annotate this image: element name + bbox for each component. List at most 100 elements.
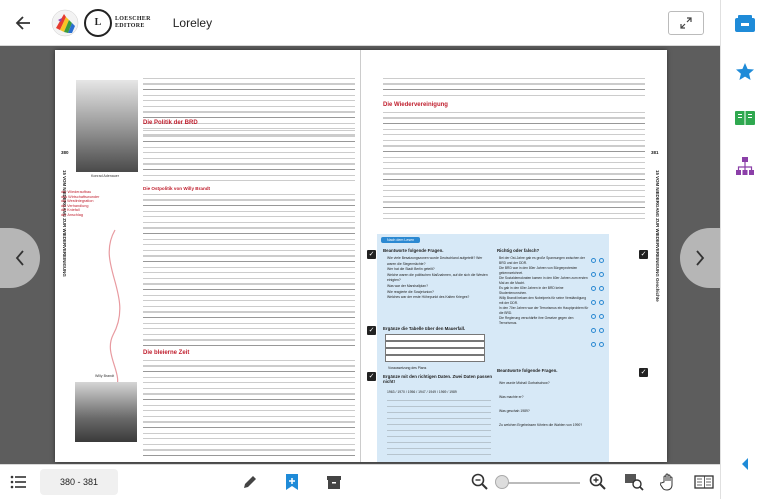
app-logo: L LOESCHER EDITORE bbox=[50, 8, 151, 38]
task4-statement: Die BRD war in den 80er Jahren von Bürge… bbox=[499, 266, 578, 275]
publisher-name-line1: LOESCHER bbox=[115, 15, 151, 22]
task5-questions: Wer wurde Michail Gorbatschow? Was macht… bbox=[499, 376, 603, 432]
publisher-seal-icon: L bbox=[84, 8, 112, 37]
exercise-box: Nach dem Lesen Beantworte folgende Frage… bbox=[377, 234, 609, 462]
task4-statement: Bei der Ost-Jahre gab es große Spannunge… bbox=[499, 256, 585, 265]
answer-option-icon[interactable] bbox=[599, 286, 604, 291]
heading-politik-brd: Die Politik der BRD bbox=[143, 120, 198, 126]
area-zoom-icon[interactable] bbox=[622, 470, 646, 494]
expand-icon bbox=[680, 17, 692, 29]
answer-option-icon[interactable] bbox=[591, 272, 596, 277]
task4-statement: Willy Brandt bekam den Nobelpreis für se… bbox=[499, 296, 587, 305]
back-arrow-icon[interactable] bbox=[0, 0, 46, 46]
top-bar: L LOESCHER EDITORE Loreley bbox=[0, 0, 720, 46]
answer-option-icon[interactable] bbox=[599, 300, 604, 305]
task4-title: Richtig oder falsch? bbox=[497, 248, 540, 253]
hand-pan-icon[interactable] bbox=[656, 470, 680, 494]
star-icon[interactable] bbox=[733, 60, 757, 84]
book-title: Loreley bbox=[172, 15, 213, 30]
wiedervereinigung-text bbox=[383, 112, 645, 222]
previous-page-button[interactable] bbox=[0, 228, 40, 288]
answer-option-icon[interactable] bbox=[599, 272, 604, 277]
pencil-icon[interactable] bbox=[238, 470, 262, 494]
task1-questions: Wie viele Besatzungszonen wurde Deutschl… bbox=[387, 256, 491, 301]
left-page-number: 380 bbox=[61, 150, 69, 155]
library-icon[interactable] bbox=[733, 12, 757, 36]
archive-box-icon[interactable] bbox=[322, 470, 346, 494]
table-row-label: Voraussetzung des Plans bbox=[388, 366, 427, 370]
task3-title: Ergänze mit den richtigen Daten. Zwei Da… bbox=[383, 374, 493, 385]
term-anschlag: der Anschlag bbox=[61, 212, 83, 217]
task5-question: Was machte er? bbox=[499, 395, 524, 399]
publisher-logo: L LOESCHER EDITORE bbox=[84, 8, 151, 37]
sitemap-icon[interactable] bbox=[733, 154, 757, 178]
task3-checkmark-icon[interactable]: ✓ bbox=[367, 372, 376, 381]
task3-dates: 1963 / 1970 / 1956 / 1947 / 1949 / 1969 … bbox=[387, 390, 457, 394]
answer-option-icon[interactable] bbox=[591, 258, 596, 263]
task4-statement: In den 70er Jahren war der Terrorismus e… bbox=[499, 306, 589, 315]
heading-bleierne-zeit: Die bleierne Zeit bbox=[143, 350, 190, 356]
publisher-name-line2: EDITORE bbox=[115, 22, 145, 29]
answer-option-icon[interactable] bbox=[591, 286, 596, 291]
task2-checkmark-icon[interactable]: ✓ bbox=[367, 326, 376, 335]
answer-option-icon[interactable] bbox=[591, 328, 596, 333]
table-row[interactable]: Wann der Plan bestand bbox=[385, 348, 485, 363]
task5-question: Zu welchen Ergebnissen führten die Wahle… bbox=[499, 423, 583, 427]
zoom-slider-track[interactable] bbox=[498, 482, 580, 484]
ostpolitik-text bbox=[143, 194, 355, 346]
task1-question: Wie viele Besatzungszonen wurde Deutschl… bbox=[387, 256, 483, 266]
answer-option-icon[interactable] bbox=[599, 328, 604, 333]
intro-paragraph bbox=[143, 78, 355, 136]
page-spread: 380 15 VOM NIEDERGANG ZUR WIEDERVEREINIG… bbox=[55, 50, 667, 462]
task1-question: Welche waren die politischen Maßnahmen, … bbox=[387, 272, 488, 283]
adenauer-photo bbox=[76, 80, 138, 172]
answer-option-icon[interactable] bbox=[591, 300, 596, 305]
task5-question: Was geschah 1989? bbox=[499, 409, 530, 413]
book-open-icon[interactable] bbox=[733, 106, 757, 130]
answer-option-icon[interactable] bbox=[591, 314, 596, 319]
bleierne-zeit-text bbox=[143, 360, 355, 456]
chevron-left-icon bbox=[15, 250, 24, 266]
brandt-photo bbox=[75, 382, 137, 442]
collapse-panel-icon[interactable] bbox=[733, 452, 757, 476]
adenauer-caption: Konrad Adenauer bbox=[91, 174, 119, 178]
brandt-caption: Willy Brandt bbox=[95, 374, 115, 378]
task5-checkmark-icon[interactable]: ✓ bbox=[639, 368, 648, 377]
menu-list-icon[interactable] bbox=[6, 470, 30, 494]
fullscreen-button[interactable] bbox=[668, 11, 704, 35]
table-row[interactable]: Voraussetzung des Plans bbox=[385, 355, 485, 370]
answer-option-icon[interactable] bbox=[599, 258, 604, 263]
add-bookmark-icon[interactable] bbox=[280, 470, 304, 494]
politik-brd-text bbox=[143, 130, 355, 182]
zoom-in-icon[interactable] bbox=[586, 470, 610, 494]
chevron-right-icon bbox=[696, 250, 705, 266]
bottom-toolbar: 380 - 381 bbox=[0, 464, 720, 499]
right-intro-text bbox=[383, 78, 645, 96]
task1-checkmark-icon[interactable]: ✓ bbox=[367, 250, 376, 259]
zoom-slider-thumb[interactable] bbox=[495, 475, 509, 489]
next-page-button[interactable] bbox=[680, 228, 720, 288]
page-viewer: 380 15 VOM NIEDERGANG ZUR WIEDERVEREINIG… bbox=[0, 46, 720, 464]
answer-option-icon[interactable] bbox=[591, 342, 596, 347]
answer-option-icon[interactable] bbox=[599, 342, 604, 347]
zoom-out-icon[interactable] bbox=[468, 470, 492, 494]
task3-cloze-text[interactable] bbox=[387, 400, 491, 456]
exercise-tag: Nach dem Lesen bbox=[381, 237, 421, 243]
task2-title: Ergänze die Tabelle über den Mauerfall. bbox=[383, 326, 466, 331]
heading-ostpolitik: Die Ostpolitik von Willy Brandt bbox=[143, 186, 211, 191]
task4-statement: Es gab in den 60er Jahren in der BRD kei… bbox=[499, 286, 564, 295]
task4-checkmark-icon[interactable]: ✓ bbox=[639, 250, 648, 259]
reading-mode-icon[interactable] bbox=[692, 470, 716, 494]
task1-question: Welches war der erste Höhepunkt des Kalt… bbox=[387, 295, 470, 300]
page-indicator[interactable]: 380 - 381 bbox=[40, 469, 118, 495]
right-page-number: 381 bbox=[651, 150, 659, 155]
answer-option-icon[interactable] bbox=[599, 314, 604, 319]
table-row[interactable]: Wer fordert bbox=[385, 334, 485, 349]
left-page: 380 15 VOM NIEDERGANG ZUR WIEDERVEREINIG… bbox=[55, 50, 361, 462]
task5-title: Beantworte folgende Fragen. bbox=[497, 368, 558, 373]
task4-statement: Die Regierung verschärfte ihre Gesetze g… bbox=[499, 316, 574, 325]
task5-question: Wer wurde Michail Gorbatschow? bbox=[499, 381, 550, 385]
task4-statements: Bei der Ost-Jahre gab es große Spannunge… bbox=[499, 256, 589, 326]
table-row[interactable]: Warum bbox=[385, 341, 485, 356]
loreley-logo-icon bbox=[51, 9, 79, 36]
